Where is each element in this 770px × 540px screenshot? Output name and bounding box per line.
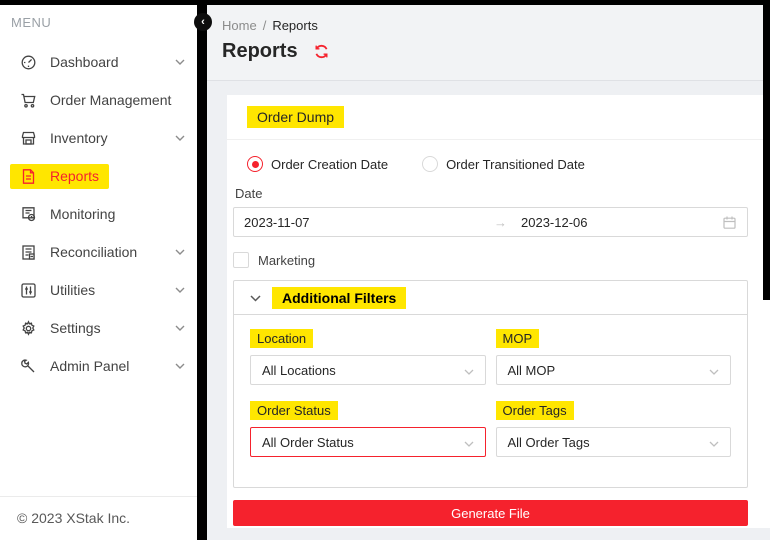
sidebar-item-monitoring[interactable]: Monitoring <box>0 195 197 233</box>
sidebar-item-label: Reconciliation <box>50 244 137 260</box>
chevron-down-icon <box>464 435 474 450</box>
chevron-down-icon <box>250 289 261 307</box>
range-arrow-icon: → <box>494 215 507 230</box>
back-arrow-icon: ‹ <box>201 16 205 28</box>
date-label: Date <box>235 186 748 201</box>
sidebar-item-utilities[interactable]: Utilities <box>0 271 197 309</box>
page-header: ‹ Home / Reports Reports <box>207 5 770 81</box>
tool-icon <box>20 358 37 375</box>
sidebar-item-label: Order Management <box>50 92 171 108</box>
sidebar-item-label: Admin Panel <box>50 358 129 374</box>
sidebar-collapse-button[interactable]: ‹ <box>194 13 212 31</box>
sidebar-item-label: Settings <box>50 320 101 336</box>
date-range-picker[interactable]: 2023-11-07 → 2023-12-06 <box>233 207 748 237</box>
breadcrumb-separator: / <box>263 18 267 33</box>
location-field: Location All Locations <box>250 329 486 385</box>
cart-icon <box>20 92 37 109</box>
breadcrumb-current: Reports <box>272 18 318 33</box>
order-status-label: Order Status <box>250 401 338 420</box>
shop-icon <box>20 130 37 147</box>
dashboard-icon <box>20 54 37 71</box>
monitoring-icon <box>20 206 37 223</box>
calendar-icon[interactable] <box>722 215 737 230</box>
right-edge-strip <box>763 0 770 300</box>
chevron-down-icon <box>175 287 185 293</box>
sidebar-item-dashboard[interactable]: Dashboard <box>0 43 197 81</box>
additional-filters-toggle[interactable]: Additional Filters <box>234 281 747 315</box>
bank-icon <box>20 244 37 261</box>
main-area: ‹ Home / Reports Reports Order Dump <box>207 5 770 540</box>
sidebar-item-inventory[interactable]: Inventory <box>0 119 197 157</box>
mop-field: MOP All MOP <box>496 329 732 385</box>
chevron-down-icon <box>709 363 719 378</box>
breadcrumb: Home / Reports <box>207 5 770 33</box>
generate-file-button[interactable]: Generate File <box>233 500 748 526</box>
sidebar-item-settings[interactable]: Settings <box>0 309 197 347</box>
mop-select[interactable]: All MOP <box>496 355 732 385</box>
date-type-radio-group: Order Creation Date Order Transitioned D… <box>247 156 748 172</box>
sliders-icon <box>20 282 37 299</box>
card-title: Order Dump <box>247 106 344 128</box>
order-tags-select[interactable]: All Order Tags <box>496 427 732 457</box>
sidebar-item-label: Inventory <box>50 130 108 146</box>
radio-order-creation-date[interactable]: Order Creation Date <box>247 156 388 172</box>
location-select[interactable]: All Locations <box>250 355 486 385</box>
order-tags-field: Order Tags All Order Tags <box>496 401 732 457</box>
date-range-end[interactable]: 2023-12-06 <box>521 215 588 230</box>
sidebar-item-reports[interactable]: Reports <box>0 157 197 195</box>
sidebar-item-label: Dashboard <box>50 54 119 70</box>
chevron-down-icon <box>175 325 185 331</box>
order-dump-card: Order Dump Order Creation Date Order Tra… <box>227 95 770 528</box>
additional-filters-title: Additional Filters <box>272 287 406 309</box>
order-status-select[interactable]: All Order Status <box>250 427 486 457</box>
order-status-field: Order Status All Order Status <box>250 401 486 457</box>
sidebar-item-label: Reports <box>50 168 99 184</box>
gear-icon <box>20 320 37 337</box>
sidebar: MENU Dashboard Order Management <box>0 5 197 540</box>
radio-order-transitioned-date[interactable]: Order Transitioned Date <box>422 156 585 172</box>
order-tags-label: Order Tags <box>496 401 574 420</box>
sidebar-item-label: Monitoring <box>50 206 115 222</box>
menu-label: MENU <box>0 5 197 30</box>
chevron-down-icon <box>175 363 185 369</box>
sidebar-divider-strip <box>197 0 207 540</box>
mop-label: MOP <box>496 329 540 348</box>
breadcrumb-home-link[interactable]: Home <box>222 18 257 33</box>
checkbox-icon <box>233 252 249 268</box>
location-label: Location <box>250 329 313 348</box>
copyright-text: © 2023 XStak Inc. <box>0 496 197 540</box>
sidebar-nav: Dashboard Order Management Inventory <box>0 43 197 385</box>
chevron-down-icon <box>709 435 719 450</box>
sidebar-item-label: Utilities <box>50 282 95 298</box>
date-range-start[interactable]: 2023-11-07 <box>244 215 494 230</box>
page-title: Reports <box>222 40 298 63</box>
sidebar-item-reconciliation[interactable]: Reconciliation <box>0 233 197 271</box>
chevron-down-icon <box>175 59 185 65</box>
chevron-down-icon <box>464 363 474 378</box>
card-header: Order Dump <box>227 95 770 140</box>
marketing-checkbox[interactable]: Marketing <box>233 252 748 268</box>
sidebar-item-admin-panel[interactable]: Admin Panel <box>0 347 197 385</box>
content-area: Order Dump Order Creation Date Order Tra… <box>207 81 770 540</box>
additional-filters-panel: Additional Filters Location All Location… <box>233 280 748 488</box>
refresh-icon[interactable] <box>313 43 330 60</box>
report-file-icon <box>20 168 37 185</box>
chevron-down-icon <box>175 249 185 255</box>
radio-selected-icon <box>247 156 263 172</box>
chevron-down-icon <box>175 135 185 141</box>
sidebar-item-order-management[interactable]: Order Management <box>0 81 197 119</box>
radio-unselected-icon <box>422 156 438 172</box>
